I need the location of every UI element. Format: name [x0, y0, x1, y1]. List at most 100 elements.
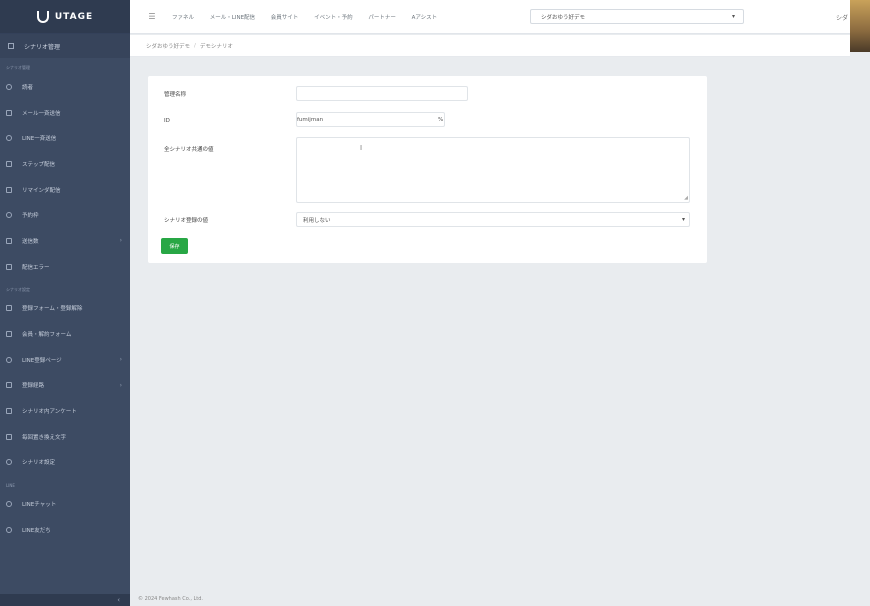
sidebar: UTAGE シナリオ管理 シナリオ管理 読者 メール一斉送信 LINE一斉送信 …: [0, 0, 130, 606]
sidebar-item-label: ステップ配信: [22, 161, 56, 168]
sidebar-item-label: リマインダ配信: [22, 187, 61, 194]
sidebar-item-label: シナリオ内アンケート: [22, 409, 77, 416]
gear-icon: [6, 459, 12, 466]
sidebar-item-label: 会員・解約フォーム: [22, 332, 72, 339]
brand-name: UTAGE: [54, 11, 94, 22]
resize-handle-icon[interactable]: ◢: [684, 195, 688, 201]
desc-label: 全シナリオ共通の値: [164, 147, 214, 153]
clock-icon: [6, 212, 12, 219]
nav-member-site[interactable]: 会員サイト: [271, 15, 299, 21]
sidebar-item-label: 読者: [22, 84, 34, 91]
id-input[interactable]: fumijman: [296, 112, 445, 127]
name-input[interactable]: [296, 86, 468, 101]
sidebar-item-scenario-settings[interactable]: シナリオ設定: [0, 450, 130, 476]
chevron-left-icon: ‹: [117, 596, 120, 604]
section-heading: LINE: [6, 483, 15, 489]
text-cursor: I: [360, 144, 363, 152]
breadcrumb-current: デモシナリオ: [199, 43, 233, 50]
sidebar-item-line-broadcast[interactable]: LINE一斉送信: [0, 125, 130, 151]
footer-copyright: © 2024 Fewhash Co., Ltd.: [138, 596, 204, 602]
sidebar-item-label: 登録フォーム・登録解除: [22, 306, 83, 313]
sidebar-item-scenario-management[interactable]: シナリオ管理: [0, 34, 130, 58]
brand[interactable]: UTAGE: [0, 0, 130, 34]
chart-icon: [6, 237, 12, 244]
user-icon: [6, 526, 12, 533]
sidebar-collapse-button[interactable]: ‹: [0, 594, 130, 606]
nav-events[interactable]: イベント・予約: [314, 15, 353, 21]
survey-icon: [6, 408, 12, 415]
sidebar-item-label: メール一斉送信: [22, 110, 61, 117]
sidebar-item-errors[interactable]: 配信エラー: [0, 254, 130, 280]
sidebar-item-reservation[interactable]: 予約枠: [0, 202, 130, 228]
pencil-icon: [6, 186, 12, 193]
sidebar-item-send-count[interactable]: 送信数 ›: [0, 228, 130, 254]
name-label: 管理名称: [164, 92, 187, 98]
sidebar-item-readers[interactable]: 読者: [0, 74, 130, 100]
breadcrumb: シダおゆう好デモ / デモシナリオ: [130, 35, 850, 57]
sidebar-item-label: LINE一斉送信: [22, 136, 57, 143]
sidebar-item-label: シナリオ管理: [24, 43, 61, 51]
utage-logo-icon: [36, 10, 49, 23]
user-icon: [6, 83, 12, 90]
sidebar-item-route[interactable]: 登録経路 ›: [0, 373, 130, 399]
sidebar-item-label: シナリオ設定: [22, 460, 56, 467]
usage-select-value: 利用しない: [303, 217, 331, 224]
section-heading: シナリオ管理: [6, 65, 30, 70]
sidebar-item-label: LINE登録ページ: [22, 357, 62, 364]
usage-select[interactable]: 利用しない ▾: [296, 212, 690, 227]
sidebar-item-replace-text[interactable]: 毎回置き換え文字: [0, 424, 130, 450]
breadcrumb-separator: /: [194, 42, 196, 49]
nav-mail-line[interactable]: メール・LINE配信: [210, 15, 255, 21]
sidebar-item-label: LINEチャット: [22, 502, 57, 509]
sidebar-item-label: 毎回置き換え文字: [22, 434, 67, 441]
form-icon: [6, 305, 12, 312]
sidebar-item-label: 配信エラー: [22, 264, 50, 271]
account-select-value: シダおゆう好デモ: [541, 14, 586, 21]
chevron-right-icon: ›: [119, 356, 122, 364]
chevron-down-icon: ▾: [731, 13, 735, 20]
account-select[interactable]: シダおゆう好デモ ▾: [530, 9, 744, 24]
chevron-right-icon: ›: [119, 237, 122, 245]
topbar: ☰ ファネル メール・LINE配信 会員サイト イベント・予約 パートナー Aア…: [130, 0, 870, 34]
webcam-overlay: [850, 0, 870, 52]
nav-funnel[interactable]: ファネル: [172, 15, 194, 21]
id-label: ID: [164, 118, 170, 124]
sidebar-item-step[interactable]: ステップ配信: [0, 151, 130, 177]
save-button[interactable]: 保存: [161, 238, 188, 254]
sidebar-item-line-chat[interactable]: LINEチャット: [0, 491, 130, 517]
user-menu[interactable]: シダ: [836, 13, 848, 22]
text-icon: [6, 433, 12, 440]
sidebar-item-label: 予約枠: [22, 213, 39, 220]
sidebar-item-label: LINE友だち: [22, 527, 51, 534]
nav-assist[interactable]: Aアシスト: [412, 15, 438, 21]
sidebar-item-registration-form[interactable]: 登録フォーム・登録解除: [0, 296, 130, 322]
top-nav: ファネル メール・LINE配信 会員サイト イベント・予約 パートナー Aアシス…: [162, 13, 437, 21]
sidebar-item-label: 送信数: [22, 238, 39, 245]
sidebar-item-member-form[interactable]: 会員・解約フォーム: [0, 321, 130, 347]
section-heading: シナリオ設定: [6, 286, 30, 292]
nav-partner[interactable]: パートナー: [368, 15, 396, 21]
id-value: fumijman: [297, 117, 324, 123]
sidebar-item-survey[interactable]: シナリオ内アンケート: [0, 398, 130, 424]
sidebar-item-reminder[interactable]: リマインダ配信: [0, 177, 130, 203]
chat-icon: [6, 135, 12, 142]
desc-textarea[interactable]: I ◢: [296, 137, 690, 203]
send-icon: [6, 109, 12, 116]
sidebar-item-line-friends[interactable]: LINE友だち: [0, 517, 130, 543]
chevron-down-icon: ▾: [681, 216, 685, 223]
warning-icon: [6, 263, 12, 270]
sidebar-item-label: 登録経路: [22, 383, 45, 390]
sidebar-item-mail-broadcast[interactable]: メール一斉送信: [0, 100, 130, 126]
form-icon: [6, 331, 12, 338]
select-label: シナリオ登録の値: [164, 218, 209, 224]
hamburger-icon[interactable]: ☰: [142, 12, 162, 21]
scenario-form-card: 管理名称 ID fumijman % 全シナリオ共通の値 I ◢ シナリオ登録の…: [148, 76, 707, 263]
step-icon: [6, 160, 12, 167]
menu-icon: [8, 43, 14, 49]
breadcrumb-parent[interactable]: シダおゆう好デモ: [146, 42, 190, 50]
id-suffix: %: [438, 117, 444, 123]
chevron-right-icon: ›: [119, 381, 122, 389]
chat-icon: [6, 501, 12, 508]
sidebar-item-line-page[interactable]: LINE登録ページ ›: [0, 347, 130, 373]
route-icon: [6, 382, 12, 389]
